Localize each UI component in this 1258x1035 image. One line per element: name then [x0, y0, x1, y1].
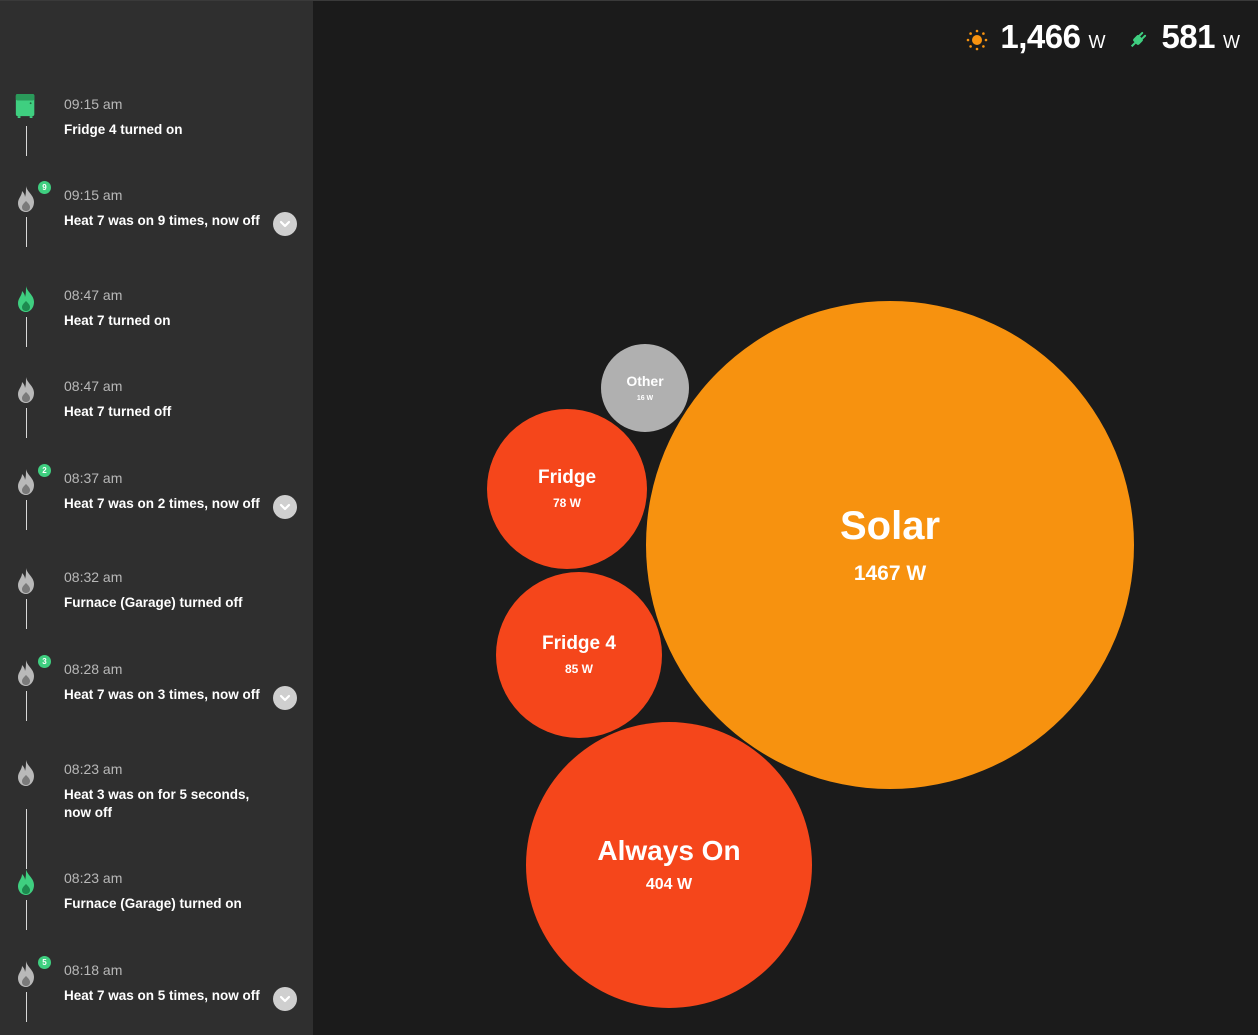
chevron-down-icon [279, 995, 291, 1003]
event-description: Heat 7 was on 3 times, now off [64, 687, 260, 702]
flame-icon [18, 469, 34, 495]
event-description: Heat 3 was on for 5 seconds, now off [64, 787, 250, 820]
power-summary: 1,466 W 581 W [966, 18, 1240, 56]
event-time: 08:47 am [64, 378, 123, 394]
event-description: Heat 7 turned on [64, 313, 171, 328]
event-description: Heat 7 was on 5 times, now off [64, 988, 260, 1003]
timeline-connector [26, 408, 27, 438]
event-time: 08:23 am [64, 870, 123, 886]
plug-icon [1131, 31, 1147, 48]
timeline-connector [26, 317, 27, 347]
chevron-down-icon [279, 694, 291, 702]
flame-icon [18, 869, 34, 895]
bubble-value: 1467 W [853, 562, 927, 585]
expand-button[interactable] [273, 686, 297, 710]
event-time: 08:37 am [64, 470, 123, 486]
count-badge: 9 [38, 181, 51, 194]
flame-icon [18, 568, 34, 594]
flame-icon [18, 760, 34, 786]
bubble-always-on[interactable]: Always On 404 W [526, 722, 812, 1008]
solar-power-value: 1,466 [1000, 18, 1081, 55]
event-time: 08:32 am [64, 569, 123, 585]
bubble-label: Other [626, 373, 664, 390]
event-time: 09:15 am [64, 187, 123, 203]
event-time: 08:18 am [64, 962, 123, 978]
event-description: Heat 7 was on 9 times, now off [64, 213, 260, 228]
bubble-label: Fridge [537, 467, 597, 489]
fridge-icon [15, 94, 35, 118]
bubble-fridge-4[interactable]: Fridge 4 85 W [496, 572, 662, 738]
usage-power-unit: W [1223, 32, 1240, 52]
bubble-value: 16 W [636, 394, 654, 402]
bubble-label: Fridge 4 [542, 633, 616, 655]
flame-icon [18, 377, 34, 403]
flame-icon [18, 186, 34, 212]
bubble-label: Always On [597, 834, 741, 866]
bubble-other[interactable]: Other 16 W [601, 344, 689, 432]
event-description: Heat 7 was on 2 times, now off [64, 496, 260, 511]
bubble-value: 85 W [564, 661, 593, 676]
event-description: Furnace (Garage) turned on [64, 896, 242, 911]
chevron-down-icon [279, 220, 291, 228]
expand-button[interactable] [273, 987, 297, 1011]
event-time: 08:23 am [64, 761, 123, 777]
event-time: 09:15 am [64, 96, 123, 112]
event-time: 08:47 am [64, 287, 123, 303]
timeline-connector [26, 599, 27, 629]
timeline-connector [26, 691, 27, 721]
bubble-value: 404 W [645, 876, 693, 894]
bubble-label: Solar [839, 504, 941, 548]
event-description: Fridge 4 turned on [64, 122, 183, 137]
event-time: 08:28 am [64, 661, 123, 677]
timeline-connector [26, 900, 27, 930]
solar-power-unit: W [1088, 32, 1106, 52]
bubble-solar[interactable]: Solar 1467 W [646, 301, 1134, 789]
timeline-connector [26, 126, 27, 156]
bubble-value: 78 W [552, 495, 581, 510]
flame-icon [18, 286, 34, 312]
sun-icon [967, 29, 988, 51]
count-badge: 2 [38, 464, 51, 477]
timeline-connector [26, 809, 27, 869]
flame-icon [18, 660, 34, 686]
usage-power-value: 581 [1161, 18, 1215, 55]
event-description: Heat 7 turned off [64, 404, 172, 419]
count-badge: 3 [38, 655, 51, 668]
timeline-connector [26, 992, 27, 1022]
chevron-down-icon [279, 503, 291, 511]
timeline-connector [26, 217, 27, 247]
event-description: Furnace (Garage) turned off [64, 595, 243, 610]
bubble-fridge[interactable]: Fridge 78 W [487, 409, 647, 569]
expand-button[interactable] [273, 495, 297, 519]
event-timeline[interactable]: 09:15 am Fridge 4 turned on 9 09:15 am Heat… [0, 1, 313, 1035]
flame-icon [18, 961, 34, 987]
count-badge: 5 [38, 956, 51, 969]
timeline-connector [26, 500, 27, 530]
expand-button[interactable] [273, 212, 297, 236]
